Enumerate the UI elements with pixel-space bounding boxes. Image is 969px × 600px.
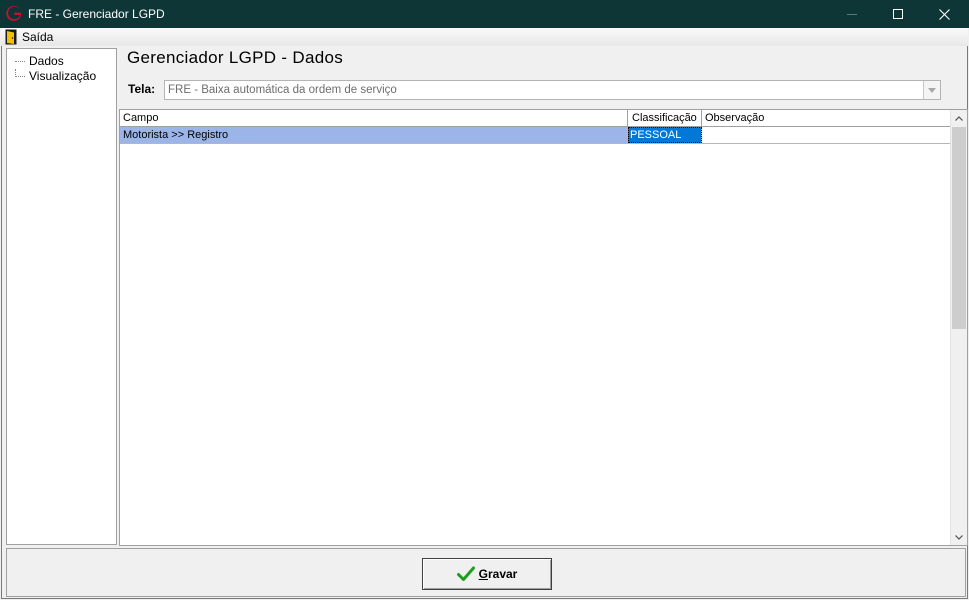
column-header-campo[interactable]: Campo <box>120 110 628 126</box>
main-frame: Dados Visualização Gerenciador LGPD - Da… <box>1 46 968 599</box>
tree-item-label: Dados <box>29 54 64 68</box>
window-title: FRE - Gerenciador LGPD <box>28 7 165 21</box>
scroll-down-button[interactable] <box>951 529 967 545</box>
dropdown-button[interactable] <box>923 81 940 99</box>
gravar-button-label: Gravar <box>478 567 518 581</box>
vertical-scrollbar[interactable] <box>950 110 967 545</box>
column-header-classificacao[interactable]: Classificação <box>628 110 702 126</box>
chevron-up-icon <box>955 115 963 121</box>
page-title: Gerenciador LGPD - Dados <box>127 48 344 67</box>
tela-select[interactable]: FRE - Baixa automática da ordem de servi… <box>164 80 941 100</box>
scroll-thumb[interactable] <box>952 127 966 329</box>
footer-panel: Gravar <box>6 548 966 597</box>
minimize-button[interactable] <box>829 0 875 28</box>
tela-select-value: FRE - Baixa automática da ordem de servi… <box>168 84 397 96</box>
cell-observacao[interactable] <box>702 127 951 143</box>
close-icon <box>938 8 950 20</box>
close-button[interactable] <box>921 0 967 28</box>
exit-door-icon <box>5 29 17 45</box>
cell-campo[interactable]: Motorista >> Registro <box>120 127 628 143</box>
tree-item-label: Visualização <box>29 69 97 83</box>
tree-item-visualizacao[interactable]: Visualização <box>15 69 96 83</box>
table-row[interactable]: Motorista >> Registro PESSOAL <box>120 127 951 144</box>
app-logo-icon <box>6 6 22 22</box>
chevron-down-icon <box>955 534 963 540</box>
data-grid: Campo Classificação Observação Motorista… <box>119 109 968 546</box>
grid-header: Campo Classificação Observação <box>120 110 951 127</box>
chevron-down-icon <box>928 87 936 93</box>
menu-label-saida: Saída <box>22 30 54 44</box>
maximize-button[interactable] <box>875 0 921 28</box>
maximize-icon <box>893 9 903 19</box>
cell-classificacao[interactable]: PESSOAL <box>628 127 702 143</box>
title-bar: FRE - Gerenciador LGPD <box>0 0 969 28</box>
menu-item-saida[interactable]: Saída <box>1 28 57 46</box>
menu-bar: Saída <box>1 28 968 46</box>
minimize-icon <box>847 14 857 15</box>
column-header-observacao[interactable]: Observação <box>702 110 951 126</box>
tree-item-dados[interactable]: Dados <box>15 54 64 68</box>
gravar-button[interactable]: Gravar <box>422 558 552 590</box>
scroll-up-button[interactable] <box>951 110 967 126</box>
tree-branch-icon <box>15 54 27 68</box>
navigation-tree: Dados Visualização <box>6 48 117 545</box>
tela-label: Tela: <box>128 82 156 96</box>
tree-branch-icon <box>15 69 27 83</box>
checkmark-icon <box>456 566 475 581</box>
